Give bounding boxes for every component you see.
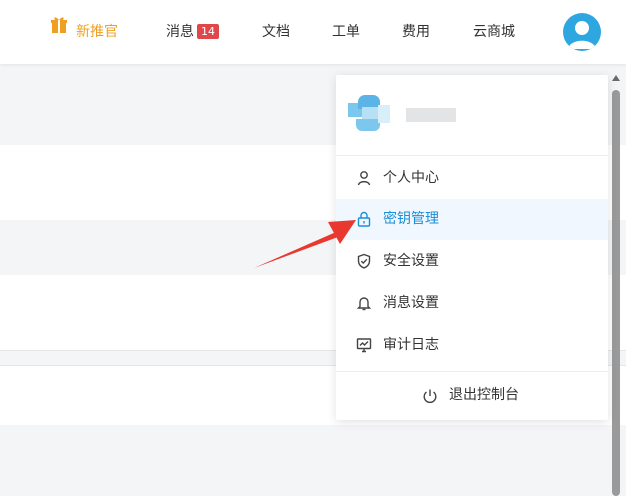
scrollbar-thumb[interactable] [612, 90, 620, 496]
menu-item-label: 密钥管理 [383, 211, 439, 227]
user-avatar[interactable] [563, 13, 601, 51]
logout-label: 退出控制台 [449, 387, 519, 403]
logout-button[interactable]: 退出控制台 [336, 372, 608, 421]
menu-item-label: 审计日志 [383, 337, 439, 353]
annotation-arrow-icon [254, 220, 356, 268]
nav-tickets[interactable]: 工单 [332, 0, 360, 64]
nav-promo-link[interactable]: 新推官 [50, 0, 118, 64]
top-nav-bar: 新推官 消息 14 文档 工单 费用 云商城 [0, 0, 626, 64]
gift-icon [50, 0, 68, 62]
menu-item-label: 安全设置 [383, 253, 439, 269]
scroll-up-arrow-icon[interactable] [611, 72, 621, 84]
bell-icon [356, 295, 372, 311]
account-dropdown-menu: 个人中心 密钥管理 安全设置 消息设置 审计日志 退出控制台 [336, 75, 608, 420]
menu-item-security-settings[interactable]: 安全设置 [336, 241, 608, 282]
menu-item-label: 个人中心 [383, 170, 439, 186]
page-scrollbar[interactable] [611, 72, 621, 496]
monitor-chart-icon [356, 337, 372, 353]
menu-item-message-settings[interactable]: 消息设置 [336, 283, 608, 324]
menu-item-key-management[interactable]: 密钥管理 [336, 199, 608, 240]
user-avatar-icon [568, 21, 596, 49]
nav-messages[interactable]: 消息 14 [166, 0, 219, 64]
user-icon [356, 170, 372, 186]
nav-store[interactable]: 云商城 [473, 0, 515, 64]
account-avatar-blurred [348, 95, 396, 135]
account-info-header [336, 75, 608, 156]
menu-item-audit-log[interactable]: 审计日志 [336, 325, 608, 366]
dropdown-footer: 退出控制台 [336, 371, 608, 421]
account-name-blurred [406, 108, 456, 122]
message-count-badge: 14 [197, 23, 219, 39]
nav-messages-label: 消息 [166, 24, 194, 40]
power-icon [422, 388, 438, 404]
menu-item-profile[interactable]: 个人中心 [336, 158, 608, 199]
nav-promo-label: 新推官 [76, 24, 118, 40]
nav-billing[interactable]: 费用 [402, 0, 430, 64]
menu-item-label: 消息设置 [383, 295, 439, 311]
nav-docs[interactable]: 文档 [262, 0, 290, 64]
